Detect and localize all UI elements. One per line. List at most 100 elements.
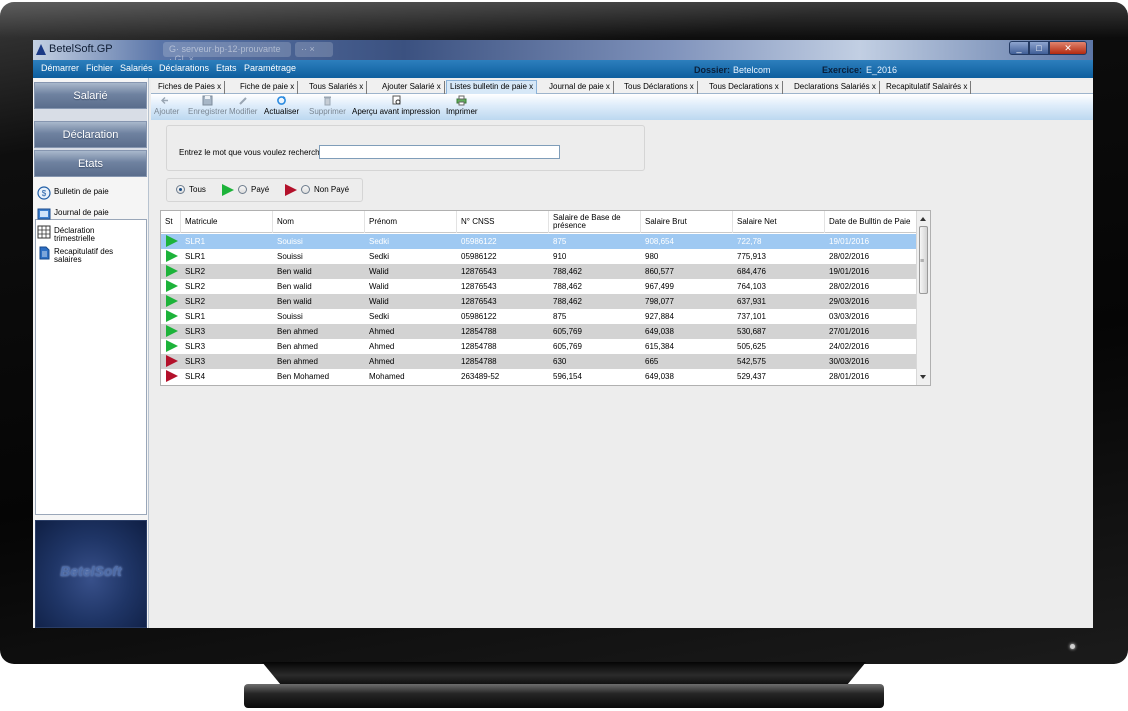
menu-salaries[interactable]: Salariés <box>120 63 153 73</box>
menu-fichier[interactable]: Fichier <box>86 63 113 73</box>
delete-button[interactable]: Supprimer <box>309 95 346 116</box>
table-row[interactable]: SLR1 Souissi Sedki 05986122 875 908,654 722,78… <box>161 234 917 249</box>
tree-item-bulletin-de-paie[interactable]: $ Bulletin de paie <box>37 186 109 200</box>
cell-matricule: SLR4 <box>185 372 206 381</box>
cell-brut: 860,577 <box>645 267 674 276</box>
maximize-button[interactable]: □ <box>1029 41 1049 55</box>
add-label: Ajouter <box>154 107 180 116</box>
table-row[interactable]: SLR3 Ben ahmed Ahmed 12854788 605,769 615,384… <box>161 339 917 354</box>
grid-scrollbar[interactable]: ≡ <box>916 211 930 385</box>
filter-non-paye-radio[interactable]: Non Payé <box>301 185 349 194</box>
tree-item-journal-de-paie[interactable]: Journal de paie <box>37 207 109 221</box>
tab-listes-bulletin-de-paie[interactable]: Listes bulletin de paie x <box>446 80 538 95</box>
col-header-salaire-net[interactable]: Salaire Net <box>733 211 825 233</box>
col-header-nom[interactable]: Nom <box>273 211 365 233</box>
edit-button[interactable]: Modifier <box>229 95 257 116</box>
cell-base: 788,462 <box>553 297 582 306</box>
brand-panel: BetelSoft <box>35 520 147 628</box>
col-header-matricule[interactable]: Matricule <box>181 211 273 233</box>
refresh-icon <box>277 96 286 105</box>
monitor-stand-base <box>244 684 884 708</box>
table-row[interactable]: SLR2 Ben walid Walid 12876543 788,462 967,499… <box>161 279 917 294</box>
cell-net: 737,101 <box>737 312 766 321</box>
cell-net: 722,78 <box>737 237 762 246</box>
table-row[interactable]: SLR3 Ben ahmed Ahmed 12854788 630 665 542,575 3… <box>161 354 917 369</box>
cell-base: 788,462 <box>553 267 582 276</box>
tab-ajouter-salarie[interactable]: Ajouter Salarié x <box>379 81 445 94</box>
table-row[interactable]: SLR4 Ben Mohamed Mohamed 263489-52 596,154 64… <box>161 369 917 384</box>
tab-declarations-salaries[interactable]: Declarations Salariés x <box>791 81 880 94</box>
app-window: BetelSoft.GP G· serveur·bp·12·prouvante … <box>33 40 1093 628</box>
col-header-date[interactable]: Date de Bulltin de Paie <box>825 211 917 233</box>
cell-date: 28/02/2016 <box>829 252 870 261</box>
print-preview-button[interactable]: Aperçu avant impression <box>352 95 440 116</box>
col-header-salaire-base[interactable]: Salaire de Base de présence <box>549 211 641 233</box>
window-titlebar[interactable]: BetelSoft.GP G· serveur·bp·12·prouvante … <box>33 40 1093 64</box>
nav-etats-button[interactable]: Etats <box>34 150 147 177</box>
menu-declarations[interactable]: Déclarations <box>159 63 209 73</box>
col-header-status[interactable]: St <box>161 211 181 233</box>
refresh-button[interactable]: Actualiser <box>264 95 299 116</box>
cell-net: 542,575 <box>737 357 766 366</box>
table-row[interactable]: SLR2 Ben walid Walid 12876543 788,462 798,077… <box>161 294 917 309</box>
cell-net: 529,437 <box>737 372 766 381</box>
filter-tous-radio[interactable]: Tous <box>176 185 206 194</box>
tab-tous-declarations-2[interactable]: Tous Declarations x <box>706 81 783 94</box>
table-row[interactable]: SLR2 Ben walid Walid 12876543 788,462 860,577… <box>161 264 917 279</box>
minimize-button[interactable]: _ <box>1009 41 1029 55</box>
cell-net: 637,931 <box>737 297 766 306</box>
background-taskbar-tab: G· serveur·bp·12·prouvante · GL × <box>163 42 291 64</box>
cell-prenom: Mohamed <box>369 372 405 381</box>
cell-matricule: SLR1 <box>185 252 206 261</box>
tab-fiches-de-paies[interactable]: Fiches de Paies x <box>155 81 226 94</box>
menu-demarrer[interactable]: Démarrer <box>41 63 79 73</box>
table-row[interactable]: SLR1 Souissi Sedki 05986122 875 927,884 737,10… <box>161 309 917 324</box>
nav-declaration-button[interactable]: Déclaration <box>34 121 147 148</box>
save-label: Enregistrer <box>188 107 228 116</box>
cell-nom: Ben walid <box>277 267 312 276</box>
tab-tous-declarations[interactable]: Tous Déclarations x <box>621 81 698 94</box>
cell-date: 27/01/2016 <box>829 327 870 336</box>
search-input[interactable] <box>319 145 560 159</box>
menu-parametrage[interactable]: Paramétrage <box>244 63 296 73</box>
col-header-salaire-brut[interactable]: Salaire Brut <box>641 211 733 233</box>
tree-item-recapitulatif[interactable]: Recapitulatif des salaires <box>37 246 114 264</box>
search-panel: Entrez le mot que vous voulez rechercher… <box>166 125 645 171</box>
document-icon <box>39 246 50 260</box>
cell-brut: 665 <box>645 357 659 366</box>
nav-salarie-button[interactable]: Salarié <box>34 82 147 109</box>
cell-nom: Ben ahmed <box>277 357 318 366</box>
cell-date: 30/03/2016 <box>829 357 870 366</box>
tab-recapitulatif-salaires[interactable]: Recapitulatif Salairés x <box>883 81 972 94</box>
cell-matricule: SLR3 <box>185 357 206 366</box>
toolbar: Ajouter Enregistrer Modifier Actualiser … <box>151 94 1093 120</box>
tab-fiche-de-paie[interactable]: Fiche de paie x <box>237 81 299 94</box>
cell-brut: 649,038 <box>645 372 674 381</box>
exercice-label: Exercice: <box>822 65 863 75</box>
col-header-prenom[interactable]: Prénom <box>365 211 457 233</box>
cell-cnss: 12876543 <box>461 297 497 306</box>
tab-tous-salaries[interactable]: Tous Salariés x <box>306 81 368 94</box>
cell-date: 19/01/2016 <box>829 267 870 276</box>
tree-item-declaration-trimestrielle[interactable]: Déclaration trimestrielle <box>37 225 114 243</box>
print-preview-icon <box>392 95 401 105</box>
cell-net: 530,687 <box>737 327 766 336</box>
table-row[interactable]: SLR1 Souissi Sedki 05986122 910 980 775,913 28/… <box>161 249 917 264</box>
cell-date: 28/02/2016 <box>829 282 870 291</box>
add-icon <box>161 97 169 104</box>
monitor-photo: BetelSoft.GP G· serveur·bp·12·prouvante … <box>0 0 1128 711</box>
close-button[interactable]: ✕ <box>1049 41 1087 55</box>
table-row[interactable]: SLR3 Ben ahmed Ahmed 12854788 605,769 649,038… <box>161 324 917 339</box>
filter-paye-radio[interactable]: Payé <box>238 185 269 194</box>
scroll-down-icon[interactable] <box>920 375 926 379</box>
tab-journal-de-paie[interactable]: Journal de paie x <box>546 81 614 94</box>
print-button[interactable]: Imprimer <box>446 95 478 116</box>
cell-prenom: Ahmed <box>369 357 395 366</box>
add-button[interactable]: Ajouter <box>154 95 179 116</box>
save-button[interactable]: Enregistrer <box>188 95 227 116</box>
menu-etats[interactable]: Etats <box>216 63 237 73</box>
cell-date: 19/01/2016 <box>829 237 870 246</box>
minimize-icon: _ <box>1016 43 1022 53</box>
scroll-up-icon[interactable] <box>920 217 926 221</box>
col-header-cnss[interactable]: N° CNSS <box>457 211 549 233</box>
